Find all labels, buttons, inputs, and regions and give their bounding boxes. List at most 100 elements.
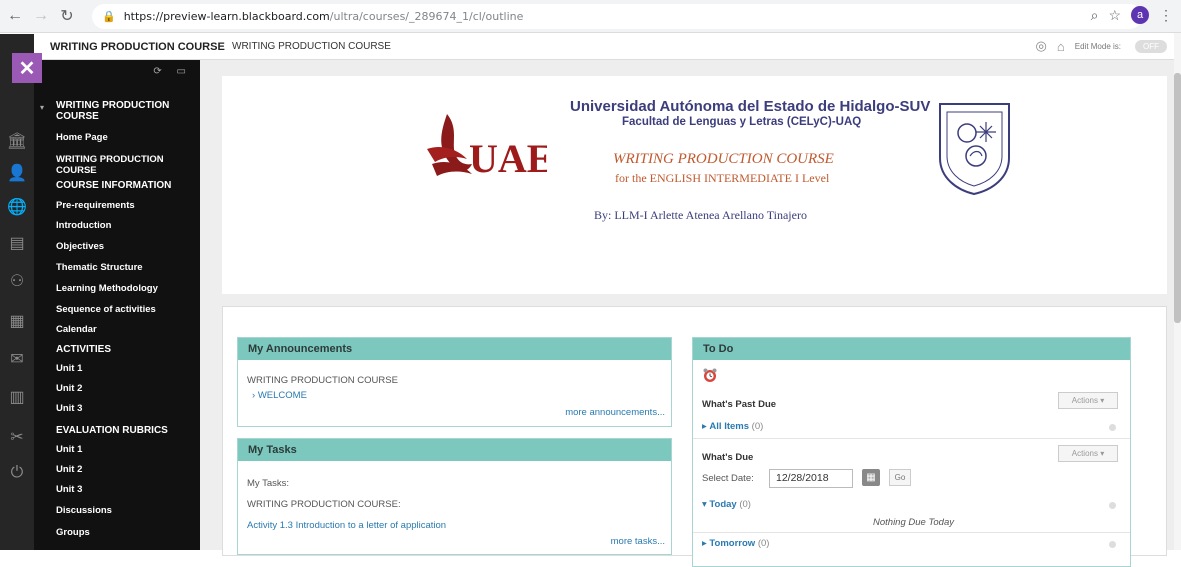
- calendar-icon[interactable]: ▦: [6, 310, 28, 332]
- more-tasks-link[interactable]: more tasks...: [611, 536, 665, 547]
- edit-mode-toggle[interactable]: OFF: [1135, 39, 1167, 53]
- tasks-label: My Tasks:: [247, 478, 290, 489]
- url-path: /ultra/courses/_289674_1/cl/outline: [329, 10, 524, 23]
- course-menu-item[interactable]: WRITING PRODUCTION COURSE: [56, 154, 188, 176]
- today-count: (0): [739, 499, 751, 510]
- announcement-link[interactable]: › WELCOME: [252, 390, 307, 401]
- date-input[interactable]: 12/28/2018: [769, 469, 853, 488]
- actions-label: Actions: [1071, 449, 1098, 458]
- back-arrow-icon[interactable]: ←: [4, 5, 26, 27]
- messages-icon[interactable]: ✉: [6, 348, 28, 370]
- more-announcements-link[interactable]: more announcements...: [565, 407, 665, 418]
- course-menu-item[interactable]: Unit 3: [56, 484, 188, 495]
- course-menu-item[interactable]: Unit 3: [56, 403, 188, 414]
- announcement-title[interactable]: WELCOME: [258, 390, 307, 401]
- course-menu-item[interactable]: Groups: [56, 527, 188, 538]
- course-menu-item[interactable]: Home Page: [56, 132, 188, 143]
- edit-mode-label: Edit Mode is:: [1074, 41, 1121, 51]
- breadcrumb[interactable]: WRITING PRODUCTION COURSE: [232, 41, 391, 52]
- course-author: By: LLM-I Arlette Atenea Arellano Tinaje…: [594, 208, 807, 222]
- grades-icon[interactable]: ▥: [6, 386, 28, 408]
- uaeh-logo: UAEH: [427, 114, 547, 181]
- collapse-dot[interactable]: [1109, 541, 1116, 548]
- student-preview-icon[interactable]: ◎: [1036, 38, 1047, 54]
- organizations-icon[interactable]: ⚇: [6, 270, 28, 292]
- course-menu-item[interactable]: Sequence of activities: [56, 304, 188, 315]
- course-content: UAEH Universidad Autónoma del Estado de …: [200, 60, 1174, 567]
- institution-icon[interactable]: 🏛: [6, 130, 28, 152]
- all-items-count: (0): [751, 421, 764, 432]
- todo-header[interactable]: To Do: [693, 338, 1130, 360]
- announcements-module: My Announcements WRITING PRODUCTION COUR…: [237, 337, 672, 427]
- all-items-toggle[interactable]: ▸ All Items (0): [702, 421, 763, 432]
- tomorrow-label[interactable]: Tomorrow: [709, 538, 755, 549]
- profile-icon[interactable]: 👤: [6, 162, 28, 184]
- tomorrow-toggle[interactable]: ▸ Tomorrow (0): [702, 538, 769, 549]
- calendar-picker-icon[interactable]: ▦: [862, 469, 880, 486]
- due-actions-button[interactable]: Actions ▾: [1058, 445, 1118, 462]
- modules-area: My Announcements WRITING PRODUCTION COUR…: [222, 306, 1167, 567]
- university-name: Universidad Autónoma del Estado de Hidal…: [570, 98, 931, 115]
- collapse-dot[interactable]: [1109, 424, 1116, 431]
- all-items-label[interactable]: All Items: [709, 421, 749, 432]
- course-name: WRITING PRODUCTION COURSE: [613, 151, 834, 167]
- today-toggle[interactable]: ▾ Today (0): [702, 499, 751, 510]
- tools-icon[interactable]: ✂: [6, 426, 28, 448]
- course-menu-item[interactable]: Unit 2: [56, 383, 188, 394]
- tasks-header[interactable]: My Tasks: [238, 439, 671, 461]
- address-bar[interactable]: 🔒 https://preview-learn.blackboard.com/u…: [92, 4, 1142, 29]
- task-link[interactable]: Activity 1.3 Introduction to a letter of…: [247, 520, 446, 531]
- course-title[interactable]: WRITING PRODUCTION COURSE: [50, 41, 225, 53]
- browser-chrome: ← → ↻ 🔒 https://preview-learn.blackboard…: [0, 0, 1181, 33]
- course-menu-item[interactable]: COURSE INFORMATION: [56, 180, 188, 191]
- globe-icon[interactable]: 🌐: [6, 196, 28, 218]
- page-scrollbar[interactable]: [1174, 33, 1181, 550]
- course-menu-item[interactable]: Thematic Structure: [56, 262, 188, 273]
- course-menu-item[interactable]: Calendar: [56, 324, 188, 335]
- forward-arrow-icon[interactable]: →: [30, 5, 52, 27]
- announcement-course: WRITING PRODUCTION COURSE: [247, 375, 398, 386]
- due-label: What's Due: [702, 452, 754, 463]
- blackboard-app: 🏛 👤 🌐 ▤ ⚇ ▦ ✉ ▥ ✂ ⏻ WRITING PRODUCTION C…: [0, 34, 1181, 567]
- tasks-module: My Tasks My Tasks: WRITING PRODUCTION CO…: [237, 438, 672, 555]
- profile-avatar[interactable]: a: [1131, 6, 1149, 24]
- course-menu-item[interactable]: WRITING PRODUCTION COURSE: [56, 100, 188, 122]
- course-menu-item[interactable]: Discussions: [56, 505, 188, 516]
- sign-out-icon[interactable]: ⏻: [6, 462, 28, 484]
- browser-menu-icon[interactable]: ⋮: [1159, 7, 1173, 24]
- courses-icon[interactable]: ▤: [6, 232, 28, 254]
- reload-icon[interactable]: ↻: [56, 5, 78, 27]
- course-menu-item[interactable]: Unit 1: [56, 444, 188, 455]
- scrollbar-thumb[interactable]: [1174, 73, 1181, 323]
- course-menu-item[interactable]: Unit 1: [56, 363, 188, 374]
- lock-open-icon[interactable]: ⌂: [1057, 39, 1065, 54]
- course-menu-item[interactable]: Pre-requirements: [56, 200, 188, 211]
- past-due-actions-button[interactable]: Actions ▾: [1058, 392, 1118, 409]
- divider: [693, 438, 1130, 439]
- go-button[interactable]: Go: [889, 469, 911, 486]
- course-menu-item[interactable]: Objectives: [56, 241, 188, 252]
- course-menu-item[interactable]: Unit 2: [56, 464, 188, 475]
- course-level: for the ENGLISH INTERMEDIATE I Level: [615, 171, 830, 185]
- today-label[interactable]: Today: [709, 499, 736, 510]
- course-banner: UAEH Universidad Autónoma del Estado de …: [222, 76, 1167, 294]
- alarm-clock-icon: [703, 368, 717, 382]
- menu-tools[interactable]: ⟳ ▭: [153, 66, 192, 77]
- uaq-seal-icon: [939, 103, 1010, 196]
- collapse-arrow-icon[interactable]: ▾: [40, 103, 44, 112]
- bookmark-star-icon[interactable]: ☆: [1108, 7, 1121, 24]
- course-menu-item[interactable]: Introduction: [56, 220, 188, 231]
- course-menu-item[interactable]: ACTIVITIES: [56, 344, 188, 355]
- faculty-name: Facultad de Lenguas y Letras (CELyC)-UAQ: [622, 116, 862, 128]
- url-host: https://preview-learn.blackboard.com: [123, 10, 330, 23]
- zoom-icon[interactable]: ⌕: [1091, 7, 1099, 24]
- select-date-label: Select Date:: [702, 473, 754, 484]
- course-menu-item[interactable]: EVALUATION RUBRICS: [56, 425, 188, 436]
- course-menu-item[interactable]: Learning Methodology: [56, 283, 188, 294]
- tasks-course: WRITING PRODUCTION COURSE:: [247, 499, 401, 510]
- tomorrow-count: (0): [757, 538, 770, 549]
- close-menu-button[interactable]: ✕: [12, 53, 42, 83]
- announcements-header[interactable]: My Announcements: [238, 338, 671, 360]
- collapse-dot[interactable]: [1109, 502, 1116, 509]
- todo-module: To Do What's Past Due Actions ▾ ▸ All It…: [692, 337, 1131, 567]
